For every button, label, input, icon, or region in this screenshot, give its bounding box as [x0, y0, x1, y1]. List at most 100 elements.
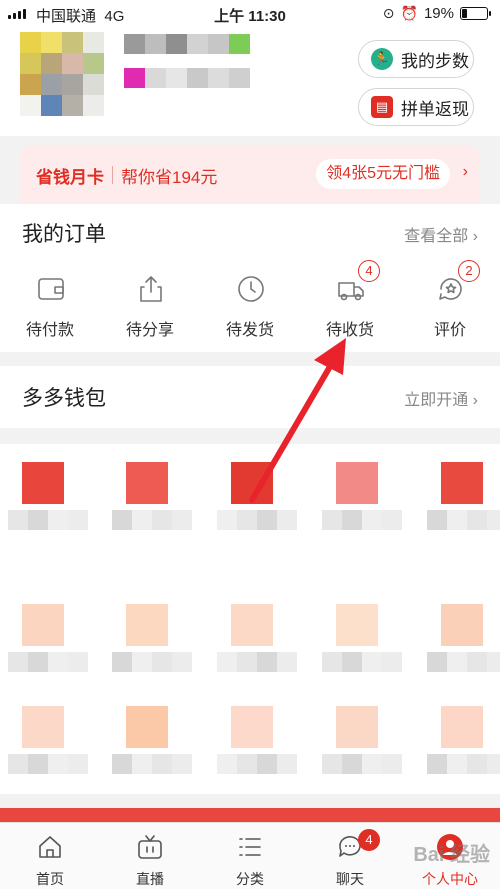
- order-status-label: 待发货: [225, 322, 274, 339]
- product-image: [231, 462, 273, 504]
- product-image: [126, 462, 168, 504]
- blurred-product[interactable]: [217, 604, 297, 694]
- order-status-label: 待付款: [25, 322, 74, 339]
- blurred-product[interactable]: [112, 462, 192, 552]
- blurred-product[interactable]: [322, 706, 402, 796]
- product-text-blurred: [217, 652, 297, 672]
- chat-count-badge: 4: [358, 829, 380, 851]
- nav-tab-label: 直播: [136, 871, 164, 887]
- product-text-blurred: [217, 510, 297, 530]
- blurred-product[interactable]: [322, 462, 402, 552]
- wallet-section[interactable]: 多多钱包 立即开通 ›: [0, 366, 500, 428]
- page: 中国联通 4G 上午 11:30 ⊙ ⏰ 19% 🏃 我的步数 ▤ 拼单返现 省…: [0, 0, 500, 889]
- order-status-label: 评价: [433, 322, 466, 339]
- product-text-blurred: [322, 754, 402, 774]
- nav-tab-label: 分类: [236, 871, 264, 887]
- product-text-blurred: [112, 754, 192, 774]
- nav-tab-0[interactable]: 首页: [0, 823, 100, 889]
- section-title-wallet: 多多钱包: [22, 387, 106, 410]
- group-cashback-button[interactable]: ▤ 拼单返现: [358, 88, 474, 126]
- product-text-blurred: [427, 652, 500, 672]
- nav-tab-1[interactable]: 直播: [100, 823, 200, 889]
- order-status-label: 待收货: [325, 322, 374, 339]
- blurred-product[interactable]: [8, 462, 88, 552]
- username-blurred: [124, 34, 250, 88]
- order-status-label: 待分享: [125, 322, 174, 339]
- product-image: [22, 604, 64, 646]
- blurred-product[interactable]: [112, 706, 192, 796]
- product-text-blurred: [322, 652, 402, 672]
- order-status-1[interactable]: 待分享: [100, 266, 200, 344]
- product-text-blurred: [8, 652, 88, 672]
- order-count-badge: 2: [458, 260, 480, 282]
- blurred-product[interactable]: [112, 604, 192, 694]
- my-steps-button[interactable]: 🏃 我的步数: [358, 40, 474, 78]
- nav-tab-label: 个人中心: [422, 871, 478, 887]
- order-status-3[interactable]: 待收货 4: [300, 260, 400, 344]
- profile-header: 🏃 我的步数 ▤ 拼单返现: [0, 28, 500, 136]
- list-icon: [236, 833, 264, 861]
- product-text-blurred: [8, 510, 88, 530]
- product-image: [231, 604, 273, 646]
- product-image: [336, 706, 378, 748]
- product-image: [336, 462, 378, 504]
- divider: [112, 166, 113, 184]
- product-text-blurred: [427, 510, 500, 530]
- blurred-product[interactable]: [217, 706, 297, 796]
- claim-coupons-button[interactable]: 领4张5元无门槛: [316, 159, 450, 189]
- alarm-icon: ⏰: [400, 5, 418, 21]
- product-image: [441, 462, 483, 504]
- section-title-orders: 我的订单: [22, 223, 106, 246]
- blurred-product[interactable]: [8, 604, 88, 694]
- nav-tab-label: 首页: [36, 871, 64, 887]
- saver-card-banner[interactable]: 省钱月卡 帮你省194元 领4张5元无门槛 ›: [20, 146, 480, 204]
- clock-icon: [236, 274, 266, 304]
- product-image: [441, 706, 483, 748]
- blurred-products-area: [0, 444, 500, 794]
- blurred-product[interactable]: [427, 462, 500, 552]
- order-status-0[interactable]: 待付款: [0, 266, 100, 344]
- product-text-blurred: [112, 652, 192, 672]
- group-cashback-label: 拼单返现: [401, 99, 469, 119]
- chevron-right-icon: ›: [462, 163, 468, 180]
- product-image: [441, 604, 483, 646]
- product-image: [22, 706, 64, 748]
- avatar[interactable]: [20, 32, 104, 116]
- product-text-blurred: [427, 754, 500, 774]
- saver-card-subtitle: 帮你省194元: [121, 167, 218, 187]
- home-icon: [36, 833, 64, 861]
- view-all-orders-link[interactable]: 查看全部 ›: [404, 222, 478, 246]
- blurred-product[interactable]: [427, 604, 500, 694]
- saver-card-title: 省钱月卡: [36, 167, 104, 187]
- red-envelope-icon: ▤: [371, 96, 393, 118]
- blurred-product[interactable]: [217, 462, 297, 552]
- running-icon: 🏃: [371, 48, 393, 70]
- open-wallet-link[interactable]: 立即开通 ›: [404, 386, 478, 410]
- order-count-badge: 4: [358, 260, 380, 282]
- nav-tab-label: 聊天: [336, 871, 364, 887]
- status-bar: 中国联通 4G 上午 11:30 ⊙ ⏰ 19%: [0, 0, 500, 28]
- blurred-product[interactable]: [427, 706, 500, 796]
- status-right: ⊙ ⏰ 19%: [383, 5, 491, 22]
- blurred-product[interactable]: [322, 604, 402, 694]
- product-image: [231, 706, 273, 748]
- product-image: [126, 604, 168, 646]
- my-steps-label: 我的步数: [401, 51, 469, 71]
- order-status-2[interactable]: 待发货: [200, 266, 300, 344]
- product-text-blurred: [112, 510, 192, 530]
- product-text-blurred: [8, 754, 88, 774]
- watermark: Bai 经验: [413, 844, 490, 866]
- product-text-blurred: [322, 510, 402, 530]
- my-orders-section: 我的订单 查看全部 › 待付款 待分享 待发货 待收货 4 评价 2: [0, 204, 500, 352]
- battery-percent: 19%: [423, 5, 454, 22]
- product-image: [22, 462, 64, 504]
- product-text-blurred: [217, 754, 297, 774]
- share-icon: [136, 274, 166, 304]
- blurred-product[interactable]: [8, 706, 88, 796]
- order-status-4[interactable]: 评价 2: [400, 260, 500, 344]
- nav-tab-3[interactable]: 聊天 4: [300, 823, 400, 889]
- wallet-icon: [36, 274, 66, 304]
- nav-tab-2[interactable]: 分类: [200, 823, 300, 889]
- product-image: [126, 706, 168, 748]
- product-image: [336, 604, 378, 646]
